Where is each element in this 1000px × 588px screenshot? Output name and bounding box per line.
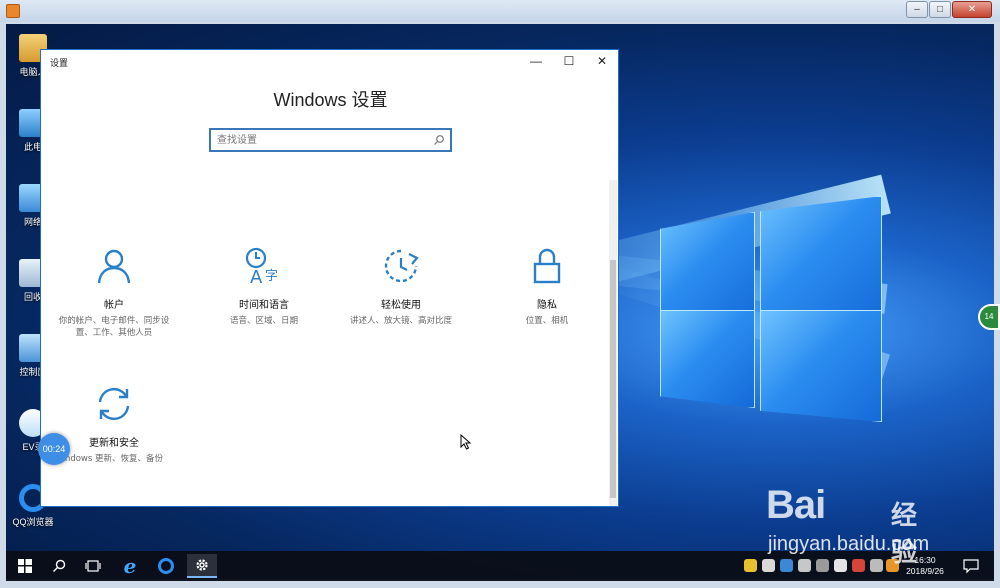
tile-description: 你的帐户、电子邮件、同步设置、工作、其他人员 (58, 316, 170, 338)
tile-time-language[interactable]: A 字 时间和语言 语音、区域、日期 (199, 246, 329, 327)
tile-title: 帐户 (104, 300, 124, 311)
taskbar-search-button[interactable] (44, 554, 74, 578)
lock-icon (533, 248, 561, 284)
tile-ease-of-access[interactable]: 轻松使用 讲述人、放大镜、高对比度 (336, 246, 466, 327)
person-icon (97, 249, 131, 284)
mouse-cursor-icon (460, 434, 472, 450)
outer-close-button[interactable]: ✕ (952, 1, 992, 18)
svg-text:字: 字 (265, 269, 278, 284)
network-tray-icon[interactable] (798, 559, 811, 572)
windows-logo-icon (18, 559, 32, 573)
internet-explorer-icon: e (123, 554, 137, 578)
wallpaper-logo-pane (760, 310, 882, 422)
recording-timer-badge[interactable]: 00:24 (38, 433, 70, 465)
task-view-icon (85, 560, 101, 572)
tray-app-icon[interactable] (870, 559, 883, 572)
close-button[interactable]: ✕ (587, 53, 617, 69)
scrollbar-thumb[interactable] (610, 260, 616, 498)
baidu-watermark: Bai 经验 jingyan.baidu.com (766, 483, 929, 568)
taskbar-settings-button[interactable] (187, 554, 217, 578)
tile-description: 语音、区域、日期 (229, 316, 298, 326)
taskbar-qq-browser-button[interactable] (151, 554, 181, 578)
wallpaper-logo-pane (760, 196, 882, 324)
notification-center-icon[interactable] (962, 557, 980, 575)
search-icon[interactable] (433, 134, 445, 146)
wallpaper-logo-pane (660, 212, 755, 324)
watermark-brand: Bai (766, 483, 826, 527)
minimize-button[interactable]: — (521, 53, 551, 69)
side-floating-badge[interactable]: 14 (978, 304, 1000, 330)
wallpaper-logo-pane (660, 310, 755, 408)
outer-minimize-button[interactable]: – (906, 1, 928, 18)
settings-window: 设置 — ☐ ✕ Windows 设置 帐户 你的帐户、电子邮件、同步设置、工作… (40, 49, 619, 507)
gear-icon (196, 559, 208, 571)
outer-maximize-button[interactable]: □ (929, 1, 951, 18)
recorder-app-icon (6, 4, 20, 18)
volume-icon[interactable] (816, 559, 829, 572)
ease-of-access-icon (384, 249, 419, 283)
outer-titlebar: – □ ✕ (0, 0, 1000, 22)
tile-title: 时间和语言 (239, 300, 289, 311)
page-title: Windows 设置 (273, 90, 388, 110)
window-title: 设置 (50, 58, 69, 68)
sync-icon (98, 387, 130, 421)
tray-app-icon[interactable] (762, 559, 775, 572)
tile-privacy[interactable]: 隐私 位置、相机 (482, 246, 612, 327)
svg-text:A: A (250, 267, 263, 286)
search-icon (53, 559, 66, 572)
settings-titlebar[interactable]: 设置 — ☐ ✕ (41, 50, 618, 72)
tile-description: 位置、相机 (525, 316, 569, 326)
maximize-button[interactable]: ☐ (554, 53, 584, 69)
qq-browser-icon (158, 558, 174, 574)
tile-title: 轻松使用 (381, 300, 421, 311)
taskbar-ie-button[interactable]: e (115, 554, 145, 578)
tray-app-icon[interactable] (744, 559, 757, 572)
tile-title: 隐私 (537, 300, 557, 311)
search-input[interactable] (217, 132, 427, 148)
scrollbar[interactable] (609, 180, 617, 506)
tile-description: 讲述人、放大镜、高对比度 (349, 316, 452, 326)
tray-app-icon[interactable] (852, 559, 865, 572)
task-view-button[interactable] (78, 554, 108, 578)
watermark-brand-suffix: 经验 (891, 501, 918, 568)
watermark-url: jingyan.baidu.com (768, 533, 930, 555)
search-box[interactable] (209, 128, 452, 152)
time-language-icon: A 字 (245, 247, 278, 288)
bluetooth-icon[interactable] (780, 559, 793, 572)
tile-accounts[interactable]: 帐户 你的帐户、电子邮件、同步设置、工作、其他人员 (49, 246, 179, 339)
start-button[interactable] (10, 554, 40, 578)
tray-app-icon[interactable] (834, 559, 847, 572)
